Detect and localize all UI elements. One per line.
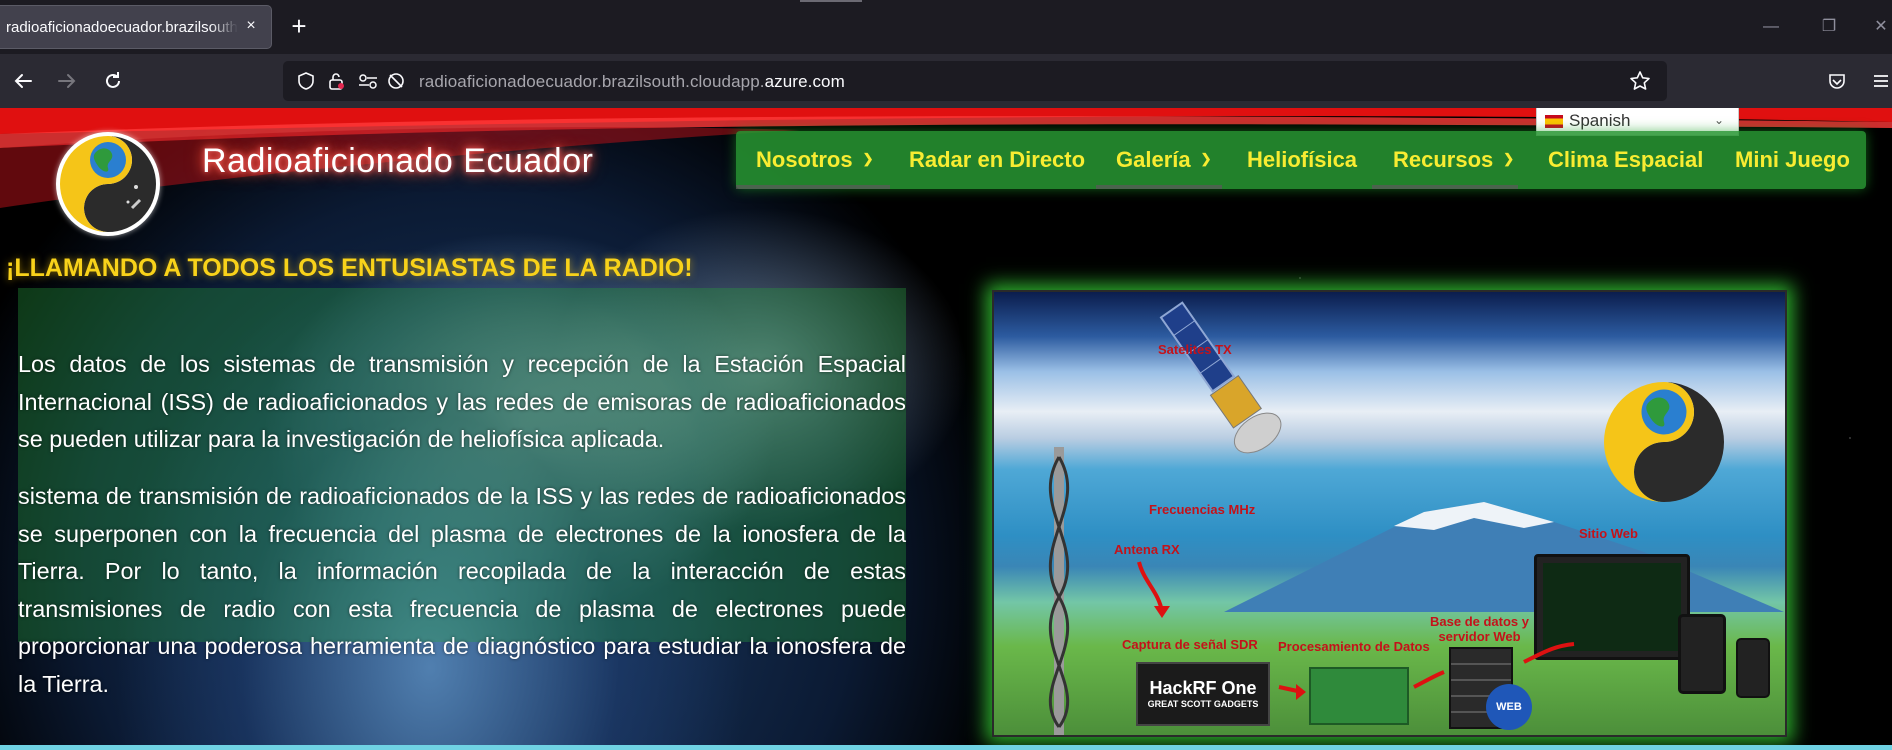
nav-item-galeria[interactable]: Galería ❯ [1116, 131, 1212, 189]
browser-tab-bar: radioaficionadoecuador.brazilsouth.cloud… [0, 0, 1892, 54]
bookmark-star-icon[interactable] [1625, 66, 1655, 96]
pocket-icon[interactable] [1822, 66, 1852, 96]
language-label: Spanish [1569, 111, 1631, 130]
label-antena: Antena RX [1114, 542, 1180, 557]
web-page: Radioaficionado Ecuador Spanish ⌄ Nosotr… [0, 108, 1892, 750]
permissions-icon[interactable] [353, 66, 383, 96]
url-domain: azure.com [764, 72, 845, 91]
label-base-datos-line2: servidor Web [1438, 629, 1521, 644]
footer-strip [0, 745, 1892, 750]
url-prefix: radioaficionadoecuador.brazilsouth.cloud… [419, 72, 765, 91]
nav-item-clima-espacial[interactable]: Clima Espacial [1548, 131, 1703, 189]
lock-warning-icon[interactable] [321, 66, 351, 96]
main-navigation: Nosotros ❯ Radar en Directo Galería ❯ Heli… [736, 131, 1866, 189]
tab-overflow-indicator [800, 0, 862, 2]
intro-paragraph-1: Los datos de los sistemas de transmisión… [18, 351, 906, 452]
nav-label: Clima Espacial [1548, 147, 1704, 172]
url-text[interactable]: radioaficionadoecuador.brazilsouth.cloud… [419, 72, 845, 92]
restore-icon[interactable]: ❐ [1814, 13, 1844, 43]
menu-icon[interactable] [1866, 66, 1892, 96]
close-window-icon[interactable]: ✕ [1866, 13, 1892, 43]
nav-item-nosotros[interactable]: Nosotros ❯ [756, 131, 873, 189]
flow-arrows [1137, 561, 1575, 700]
nav-item-heliofisica[interactable]: Heliofísica [1247, 131, 1357, 189]
nav-item-recursos[interactable]: Recursos ❯ [1393, 131, 1514, 189]
chevron-down-icon: ❯ [1503, 151, 1515, 166]
tab-title: radioaficionadoecuador.brazilsouth.cloud… [6, 18, 238, 36]
nav-label: Heliofísica [1247, 147, 1358, 172]
nav-label: Radar en Directo [909, 147, 1086, 172]
chevron-down-icon: ⌄ [1713, 113, 1724, 127]
label-sitio-web: Sitio Web [1579, 526, 1638, 541]
shield-icon[interactable] [291, 66, 321, 96]
back-icon[interactable] [8, 66, 38, 96]
label-base-datos-line1: Base de datos y [1430, 614, 1529, 629]
tab-close-icon[interactable]: × [239, 14, 263, 38]
nav-underline [1372, 185, 1518, 189]
label-captura: Captura de señal SDR [1122, 637, 1258, 652]
site-title[interactable]: Radioaficionado Ecuador [202, 142, 593, 181]
url-bar[interactable]: radioaficionadoecuador.brazilsouth.cloud… [283, 61, 1667, 101]
label-satelites: Satelites TX [1158, 342, 1232, 357]
new-tab-button[interactable]: + [284, 12, 314, 42]
browser-tab[interactable]: radioaficionadoecuador.brazilsouth.cloud… [0, 5, 272, 49]
label-frecuencias: Frecuencias MHz [1149, 502, 1256, 517]
reload-icon[interactable] [98, 66, 128, 96]
nav-label: Recursos [1393, 147, 1494, 172]
minimize-icon[interactable]: — [1756, 13, 1786, 43]
intro-paragraph-2: sistema de transmisión de radioaficionad… [18, 483, 906, 697]
site-logo[interactable] [56, 132, 160, 236]
nav-underline [736, 185, 890, 189]
forward-icon[interactable] [52, 66, 82, 96]
nav-underline [1096, 185, 1222, 189]
nav-label: Galería [1116, 147, 1191, 172]
tracking-blocked-icon[interactable] [381, 66, 411, 96]
system-diagram-image: HackRF One GREAT SCOTT GADGETS WEB Satel… [992, 290, 1787, 737]
label-procesamiento: Procesamiento de Datos [1278, 639, 1430, 654]
page-headline: ¡LLAMANDO A TODOS LOS ENTUSIASTAS DE LA … [6, 254, 693, 282]
nav-item-mini-juego[interactable]: Mini Juego [1735, 131, 1850, 189]
chevron-down-icon: ❯ [862, 151, 874, 166]
label-base-datos: Base de datos y servidor Web [1430, 614, 1529, 644]
nav-item-radar-en-directo[interactable]: Radar en Directo [909, 131, 1085, 189]
spain-flag-icon [1545, 114, 1563, 128]
nav-label: Nosotros [756, 147, 853, 172]
browser-nav-bar: radioaficionadoecuador.brazilsouth.cloud… [0, 54, 1892, 108]
chevron-down-icon: ❯ [1200, 151, 1212, 166]
nav-label: Mini Juego [1735, 147, 1850, 172]
